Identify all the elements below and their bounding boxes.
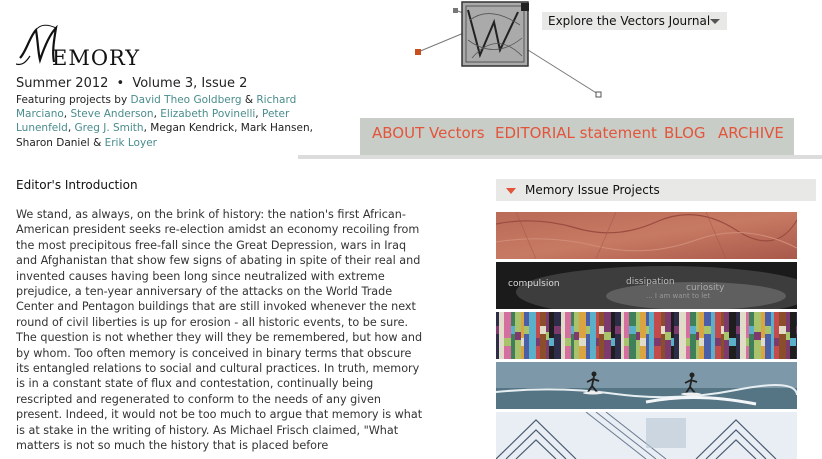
thumb-word: compulsion: [508, 279, 560, 289]
stripe-graphic: [496, 312, 797, 359]
chevron-down-icon: [710, 19, 720, 24]
project-thumbnail[interactable]: [496, 312, 797, 359]
project-thumbnail[interactable]: [496, 362, 797, 409]
section-heading: Editor's Introduction: [16, 178, 138, 192]
author-link[interactable]: Erik Loyer: [105, 137, 157, 149]
thumb-word: dissipation: [626, 277, 675, 287]
project-thumbnail[interactable]: [496, 412, 797, 459]
project-thumbnail[interactable]: [496, 212, 797, 259]
intro-text: We stand, as always, on the brink of his…: [16, 208, 423, 453]
explore-label: Explore the Vectors Journal: [548, 14, 711, 28]
nav-blog[interactable]: BLOG: [664, 124, 706, 142]
site-logo[interactable]: EMORY: [16, 22, 156, 70]
issue-bullet: •: [116, 76, 125, 91]
author-link[interactable]: Greg J. Smith: [75, 122, 144, 134]
nav-editorial[interactable]: EDITORIAL statement: [495, 124, 657, 142]
issue-line: Summer 2012 • Volume 3, Issue 2: [16, 76, 247, 91]
issue-volume: Volume 3, Issue 2: [132, 76, 248, 91]
thumb-word: ... I am want to let: [646, 292, 710, 300]
author-name: Megan Kendrick: [150, 122, 235, 135]
author-link[interactable]: Elizabeth Povinelli: [160, 108, 255, 120]
triangle-down-icon: [506, 188, 516, 194]
explore-vectors-dropdown[interactable]: Explore the Vectors Journal: [542, 12, 727, 30]
nav-about[interactable]: ABOUT Vectors: [372, 124, 485, 142]
main-nav: ABOUT Vectors EDITORIAL statement BLOG A…: [360, 118, 794, 155]
nav-divider: [298, 155, 822, 159]
nav-archive[interactable]: ARCHIVE: [718, 124, 784, 142]
issue-projects-header[interactable]: Memory Issue Projects: [496, 179, 816, 201]
logo-text: EMORY: [52, 46, 141, 70]
featuring-prefix: Featuring projects by: [16, 94, 131, 106]
author-name: Mark Hansen: [240, 122, 310, 135]
author-link[interactable]: David Theo Goldberg: [131, 94, 242, 106]
issue-season: Summer 2012: [16, 76, 109, 91]
issue-projects-title: Memory Issue Projects: [525, 183, 660, 197]
project-thumbnail[interactable]: compulsion dissipation curiosity ... I a…: [496, 262, 797, 309]
author-name: Sharon Daniel: [16, 136, 90, 149]
author-link[interactable]: Steve Anderson: [70, 108, 153, 120]
featuring-projects: Featuring projects by David Theo Goldber…: [16, 94, 313, 149]
